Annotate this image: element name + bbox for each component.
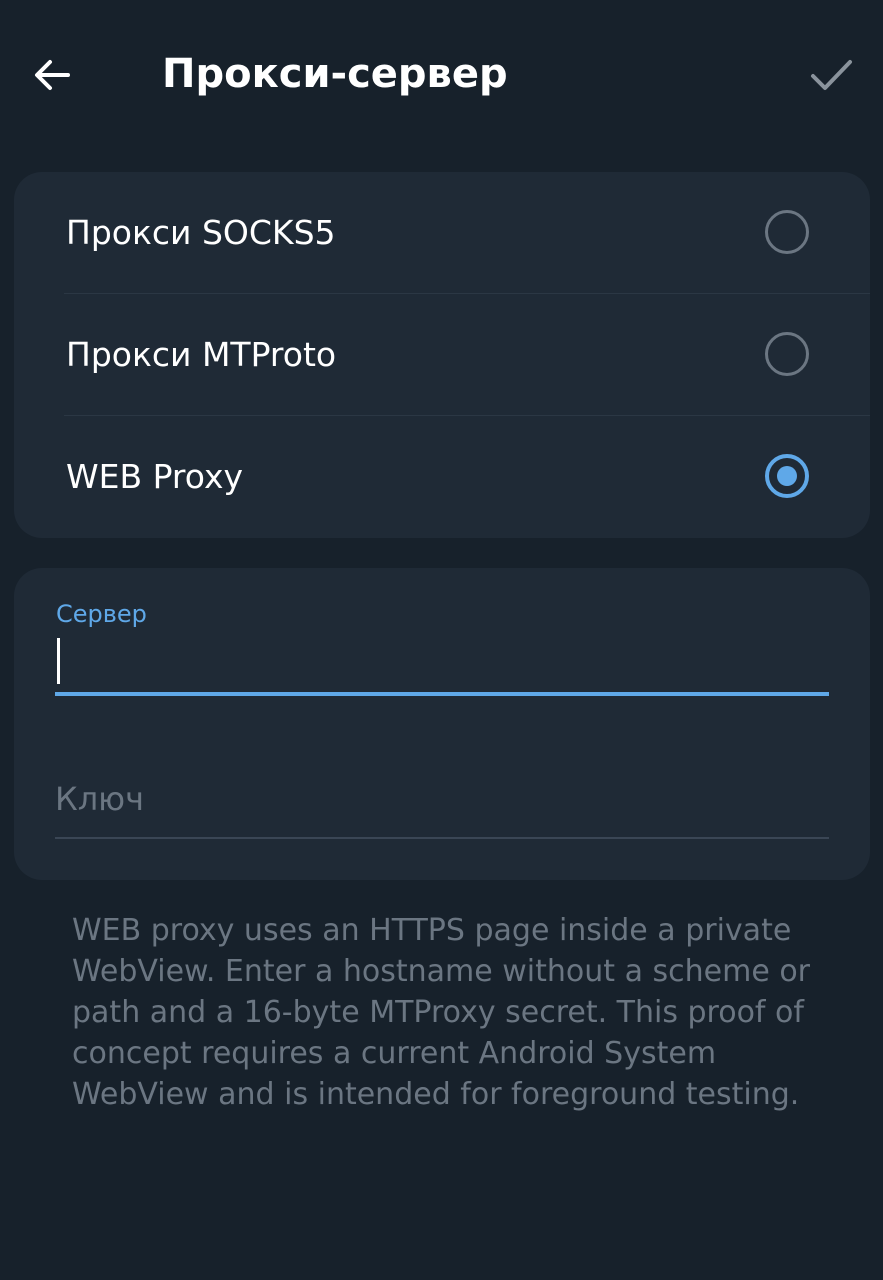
server-input-underline (55, 692, 829, 696)
key-input[interactable] (55, 774, 829, 824)
arrow-left-icon (35, 60, 70, 90)
radio-button[interactable] (765, 210, 809, 254)
proxy-type-card: Прокси SOCKS5 Прокси MTProto WEB Proxy (14, 172, 870, 538)
server-field-label: Сервер (56, 600, 147, 628)
radio-button-selected[interactable] (765, 454, 809, 498)
proxy-type-mtproto[interactable]: Прокси MTProto (14, 294, 870, 416)
app-bar: Прокси-сервер (0, 0, 883, 150)
key-input-underline (55, 837, 829, 839)
proxy-type-socks5[interactable]: Прокси SOCKS5 (14, 172, 870, 294)
proxy-type-web[interactable]: WEB Proxy (14, 416, 870, 538)
server-input[interactable] (55, 636, 829, 686)
proxy-type-label: Прокси MTProto (66, 335, 337, 374)
back-button[interactable] (22, 45, 82, 105)
proxy-type-label: WEB Proxy (66, 457, 244, 496)
check-icon (811, 60, 852, 90)
radio-button[interactable] (765, 332, 809, 376)
proxy-settings-card: Сервер (14, 568, 870, 880)
text-cursor (57, 638, 60, 684)
confirm-button[interactable] (801, 45, 861, 105)
proxy-type-label: Прокси SOCKS5 (66, 213, 336, 252)
help-text: WEB proxy uses an HTTPS page inside a pr… (72, 913, 811, 1112)
page-title: Прокси-сервер (162, 51, 508, 97)
